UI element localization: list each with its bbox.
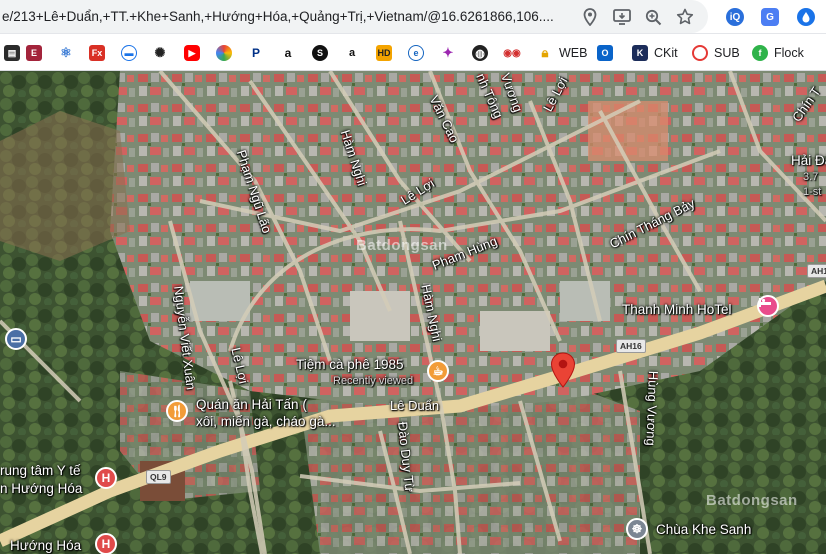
url-field[interactable]: e/213+Lê+Duẩn,+TT.+Khe+Sanh,+Hướng+Hóa,+… bbox=[0, 0, 708, 33]
bookmark-fx[interactable]: Fx bbox=[89, 43, 105, 63]
lock-icon: 🔒︎ bbox=[537, 45, 553, 61]
bookmark-label: CKit bbox=[654, 46, 678, 60]
bookmark-circle[interactable] bbox=[216, 43, 232, 63]
spark-icon: ✦ bbox=[440, 45, 456, 61]
hotel-bed-icon[interactable] bbox=[757, 295, 779, 317]
bookmark-paypal[interactable]: P bbox=[248, 43, 264, 63]
bookmark-spark[interactable]: ✦ bbox=[440, 43, 456, 63]
eyes-icon: ◉◉ bbox=[503, 45, 521, 61]
amazon-bag-icon: a bbox=[344, 45, 360, 61]
youtube-icon: ▶ bbox=[184, 45, 200, 61]
route-shield-ah16: AH16 bbox=[616, 339, 646, 353]
atom-icon: ⚛ bbox=[58, 45, 74, 61]
hd-icon: HD bbox=[376, 45, 392, 61]
flock-icon: f bbox=[752, 45, 768, 61]
bookmark-print[interactable]: ▬ bbox=[121, 43, 137, 63]
poi-chua-khe-sanh-label[interactable]: Chùa Khe Sanh bbox=[656, 522, 751, 537]
satellite-map[interactable]: Lê Duẩn Lê Lợi Lê Lợi Lê Lợi Hàm Nghi Hà… bbox=[0, 71, 826, 554]
watermark-center: Batdongsan bbox=[356, 237, 448, 254]
sub-ring-icon bbox=[692, 45, 708, 61]
bookmark-react[interactable]: ⚛ bbox=[58, 43, 74, 63]
bookmarks-bar: ▤ E ⚛ Fx ▬ ✺ ▶ P a S a HD e ✦ ◍ ◉◉ 🔒︎ WE… bbox=[0, 34, 826, 71]
colorwheel-icon bbox=[216, 45, 232, 61]
bus-stop-icon[interactable]: ▭ bbox=[5, 328, 27, 350]
bookmark-chatgpt[interactable]: ✺ bbox=[152, 43, 168, 63]
route-shield-ah16-right: AH1 bbox=[807, 264, 826, 278]
ncs-icon: ▤ bbox=[4, 45, 20, 61]
bookmark-youtube[interactable]: ▶ bbox=[184, 43, 200, 63]
amazon-icon: a bbox=[280, 45, 296, 61]
extension-iq-icon[interactable]: iQ bbox=[726, 8, 744, 26]
bookmark-label: WEB bbox=[559, 46, 588, 60]
poi-hai-dang-label[interactable]: Hải Đăng bbox=[791, 153, 826, 168]
translate-icon[interactable]: G bbox=[761, 8, 779, 26]
paypal-icon: P bbox=[248, 45, 264, 61]
globe-icon: ◍ bbox=[472, 45, 488, 61]
location-icon[interactable] bbox=[580, 7, 600, 27]
bookmark-ckit[interactable]: K CKit bbox=[632, 43, 678, 63]
bookmark-sub[interactable]: SUB bbox=[692, 43, 740, 63]
bookmark-amazon-dark[interactable]: a bbox=[344, 43, 360, 63]
poi-rating-label: 3.7 bbox=[803, 171, 819, 183]
url-text[interactable]: e/213+Lê+Duẩn,+TT.+Khe+Sanh,+Hướng+Hóa,+… bbox=[2, 9, 554, 24]
bookmark-e[interactable]: E bbox=[26, 43, 42, 63]
k-icon: K bbox=[632, 45, 648, 61]
hospital-h-icon[interactable]: H bbox=[95, 467, 117, 489]
bookmark-s[interactable]: S bbox=[312, 43, 328, 63]
selected-location-pin[interactable] bbox=[550, 352, 576, 388]
bookmark-flock[interactable]: f Flock bbox=[752, 43, 804, 63]
extension-drop-icon[interactable] bbox=[797, 8, 815, 26]
s-circle-icon: S bbox=[312, 45, 328, 61]
bookmark-outlook[interactable]: O bbox=[597, 43, 613, 63]
temple-wheel-icon[interactable]: ☸ bbox=[626, 518, 648, 540]
fx-icon: Fx bbox=[89, 45, 105, 61]
bookmark-star-icon[interactable] bbox=[675, 7, 695, 27]
bookmark-ie[interactable]: e bbox=[408, 43, 424, 63]
address-bar: e/213+Lê+Duẩn,+TT.+Khe+Sanh,+Hướng+Hóa,+… bbox=[0, 0, 826, 34]
poi-quan-an-label-2[interactable]: xôi, miến gà, cháo gà... bbox=[196, 414, 336, 429]
watermark-bottom-right: Batdongsan bbox=[706, 492, 798, 509]
poi-quan-an-label-1[interactable]: Quán ăn Hải Tấn ( bbox=[196, 397, 307, 412]
bookmark-hd[interactable]: HD bbox=[376, 43, 392, 63]
bookmark-ncs[interactable]: ▤ bbox=[4, 43, 20, 63]
chatgpt-icon: ✺ bbox=[152, 45, 168, 61]
hospital-h-icon-2[interactable]: H bbox=[95, 533, 117, 554]
poi-trung-tam-label-2[interactable]: n Hướng Hóa bbox=[0, 481, 82, 496]
e-app-icon: E bbox=[26, 45, 42, 61]
bookmark-eye[interactable]: ◉◉ bbox=[503, 43, 521, 63]
ie-icon: e bbox=[408, 45, 424, 61]
cafe-cup-icon[interactable]: ☕︎ bbox=[427, 360, 449, 382]
bookmark-globe[interactable]: ◍ bbox=[472, 43, 488, 63]
bookmark-label: SUB bbox=[714, 46, 740, 60]
recently-viewed-label: Recently viewed bbox=[333, 375, 414, 387]
street-le-duan-label: Lê Duẩn bbox=[390, 398, 440, 413]
map-pin-icon bbox=[550, 352, 576, 388]
bookmark-web[interactable]: 🔒︎ WEB bbox=[537, 43, 587, 63]
poi-thanh-minh-label[interactable]: Thanh Minh HoTel bbox=[622, 302, 732, 317]
restaurant-fork-icon[interactable]: 🍴︎ bbox=[166, 400, 188, 422]
poi-trung-tam-label-1[interactable]: rung tâm Y tế bbox=[0, 463, 81, 478]
bookmark-amazon[interactable]: a bbox=[280, 43, 296, 63]
poi-tiem-ca-phe-label[interactable]: Tiệm cà phê 1985 bbox=[296, 357, 404, 372]
bookmark-label: Flock bbox=[774, 46, 804, 60]
zoom-icon[interactable] bbox=[643, 7, 663, 27]
street-hung-vuong-label: Hùng Vương bbox=[643, 370, 661, 447]
poi-rating-sub-label: 1-st bbox=[803, 186, 822, 198]
printer-icon: ▬ bbox=[121, 45, 137, 61]
poi-huong-hoa-label[interactable]: Hướng Hóa bbox=[10, 538, 81, 553]
install-app-icon[interactable] bbox=[612, 7, 632, 27]
route-shield-ql9: QL9 bbox=[146, 470, 171, 484]
outlook-icon: O bbox=[597, 45, 613, 61]
